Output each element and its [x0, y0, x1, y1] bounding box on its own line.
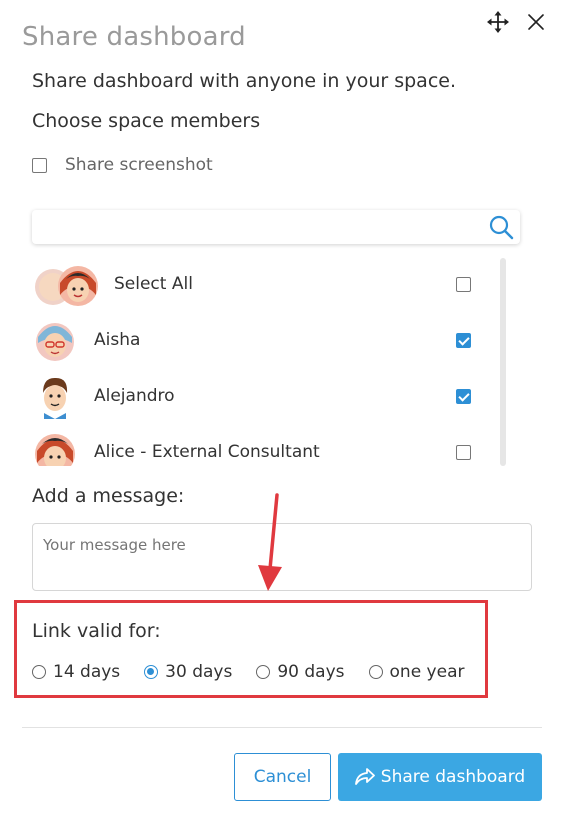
member-search: [32, 210, 520, 244]
move-icon[interactable]: [487, 11, 509, 33]
member-name: Aisha: [94, 330, 141, 350]
member-list-scrollbar[interactable]: [500, 258, 506, 466]
dialog-title: Share dashboard: [22, 22, 246, 52]
search-icon[interactable]: [488, 214, 514, 240]
member-name: Alice - External Consultant: [94, 442, 320, 462]
group-avatar: [35, 266, 98, 306]
member-checkbox[interactable]: [456, 277, 471, 292]
member-checkbox[interactable]: [456, 389, 471, 404]
member-row-aisha[interactable]: Aisha: [32, 316, 492, 364]
share-screenshot-label: Share screenshot: [65, 155, 213, 175]
annotation-highlight-box: [14, 600, 488, 698]
close-icon[interactable]: [526, 12, 546, 32]
share-button-label: Share dashboard: [380, 767, 526, 787]
member-row-alice[interactable]: Alice - External Consultant: [32, 428, 492, 466]
member-row-select-all[interactable]: Select All: [32, 260, 492, 308]
cancel-button[interactable]: Cancel: [234, 753, 331, 801]
annotation-arrow: [258, 493, 282, 591]
member-checkbox[interactable]: [456, 333, 471, 348]
avatar-aisha: [36, 323, 74, 361]
footer-divider: [22, 727, 542, 728]
cancel-button-label: Cancel: [253, 767, 312, 787]
share-screenshot-option[interactable]: Share screenshot: [32, 155, 213, 175]
share-screenshot-checkbox[interactable]: [32, 157, 47, 173]
avatar-alice: [35, 434, 75, 466]
member-row-alejandro[interactable]: Alejandro: [32, 372, 492, 420]
avatar-alejandro: [43, 377, 68, 419]
choose-members-label: Choose space members: [32, 110, 261, 132]
share-dashboard-button[interactable]: Share dashboard: [338, 753, 542, 801]
member-name: Select All: [114, 274, 193, 294]
member-list: Select All Aisha Alejandro Alice - Exter…: [32, 258, 502, 466]
message-label: Add a message:: [32, 485, 185, 507]
member-name: Alejandro: [94, 386, 175, 406]
share-arrow-icon: [354, 768, 375, 785]
search-input[interactable]: [40, 210, 484, 244]
dialog-subtitle: Share dashboard with anyone in your spac…: [32, 70, 456, 92]
member-checkbox[interactable]: [456, 445, 471, 460]
